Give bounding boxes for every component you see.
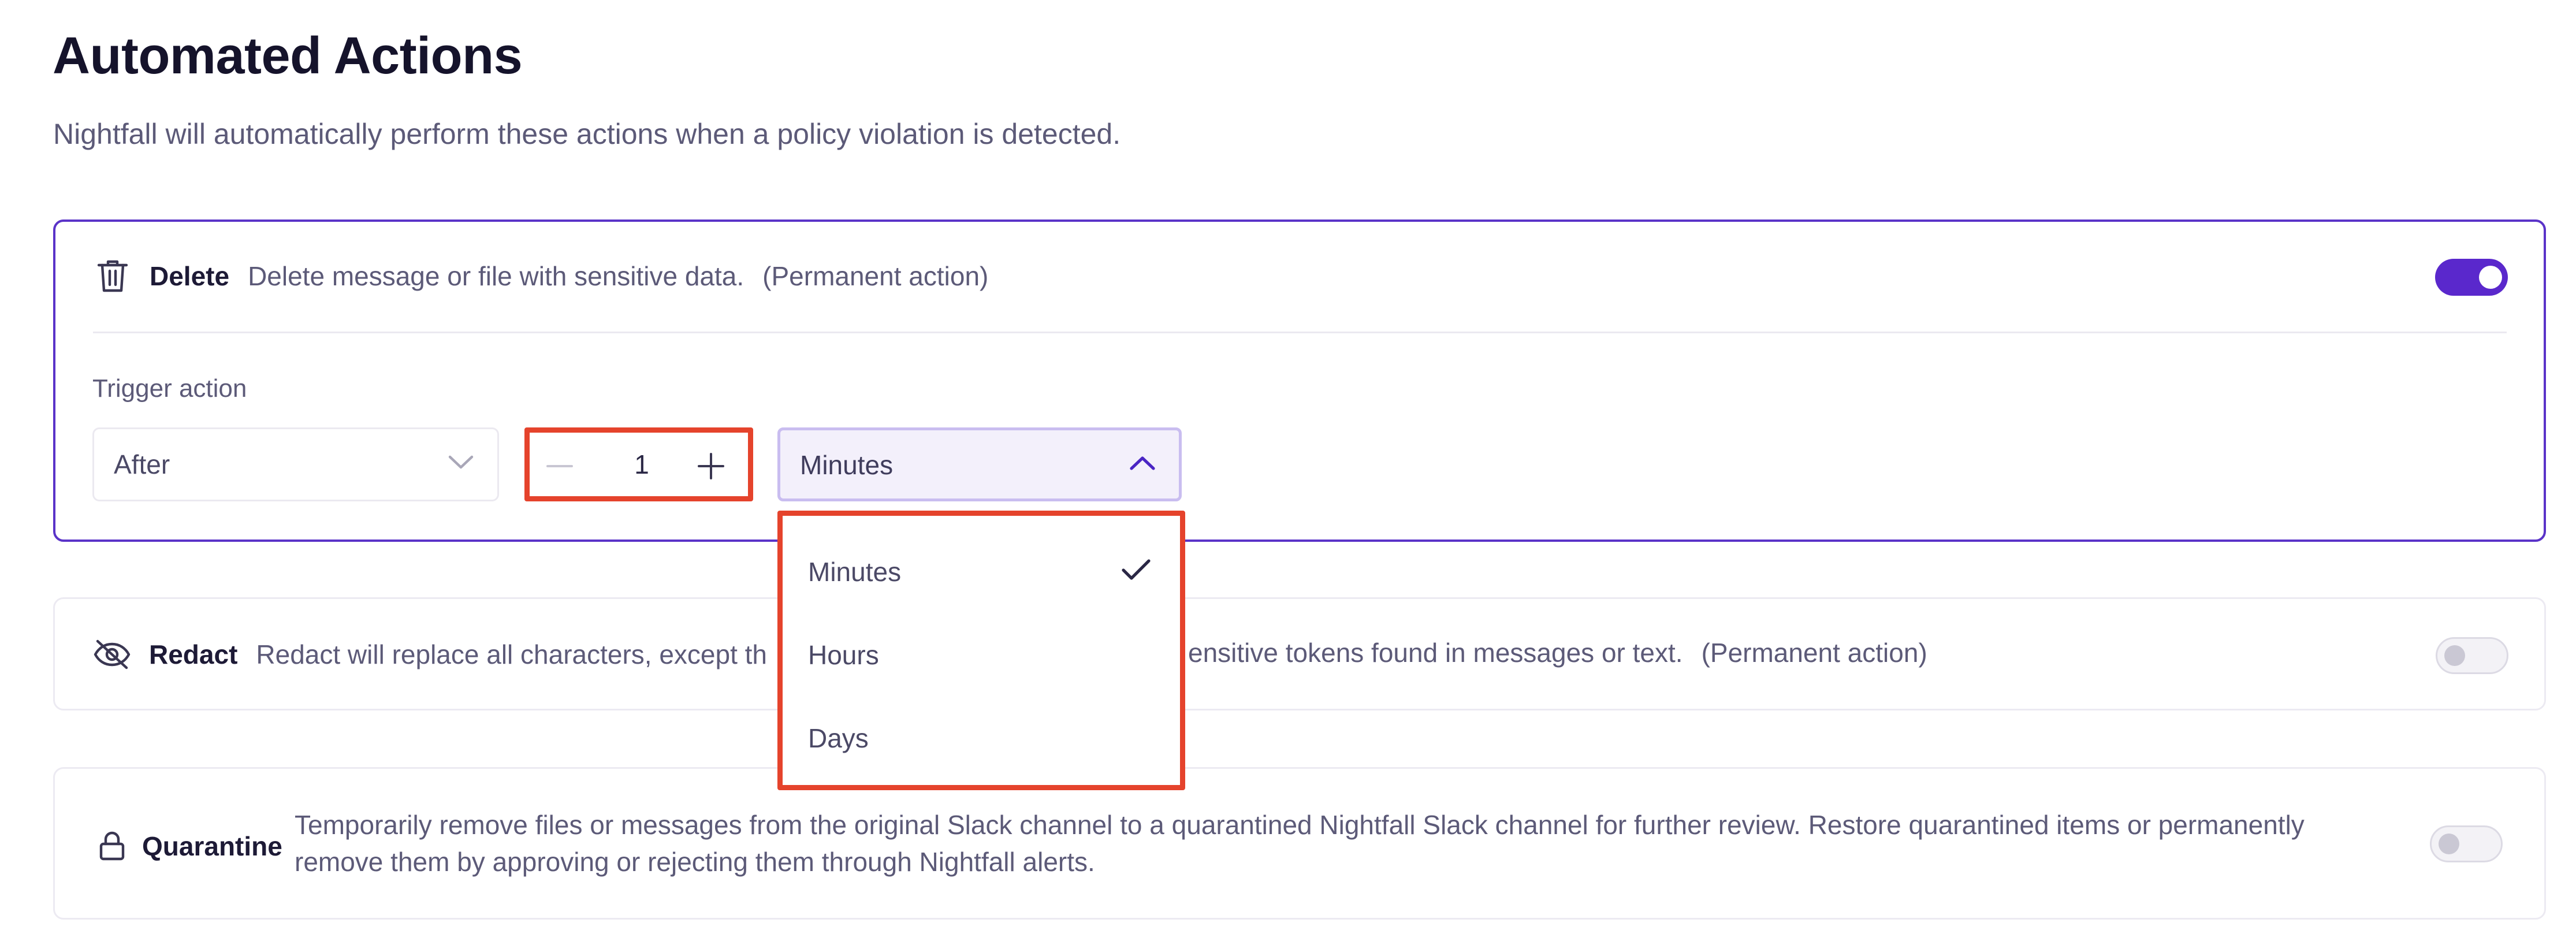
chevron-up-icon bbox=[1129, 455, 1156, 475]
timing-select-value: After bbox=[114, 449, 170, 479]
redact-description-tail: ensitive tokens found in messages or tex… bbox=[1188, 638, 1683, 668]
check-icon bbox=[1121, 559, 1151, 585]
unit-dropdown-menu: Minutes Hours Days bbox=[777, 511, 1185, 790]
toggle-knob bbox=[2444, 645, 2465, 666]
quarantine-description: Temporarily remove files or messages fro… bbox=[295, 810, 2305, 877]
trash-icon bbox=[93, 256, 132, 296]
trigger-action-label: Trigger action bbox=[92, 374, 247, 403]
timing-select[interactable]: After bbox=[92, 427, 499, 501]
plus-icon[interactable] bbox=[696, 451, 726, 481]
toggle-knob bbox=[2479, 266, 2502, 289]
redact-action-header: Redact Redact will replace all character… bbox=[92, 635, 767, 674]
quarantine-action-header: Quarantine bbox=[92, 827, 301, 866]
quantity-value[interactable]: 1 bbox=[624, 449, 659, 480]
unit-option-minutes[interactable]: Minutes bbox=[808, 556, 901, 587]
delete-permanent-note: (Permanent action) bbox=[762, 261, 989, 291]
quantity-stepper[interactable]: 1 bbox=[524, 427, 753, 501]
quarantine-toggle[interactable] bbox=[2430, 825, 2503, 862]
delete-action-description: Delete message or file with sensitive da… bbox=[248, 261, 988, 292]
toggle-knob bbox=[2439, 834, 2459, 854]
unit-select[interactable]: Minutes bbox=[777, 427, 1182, 501]
delete-toggle[interactable] bbox=[2435, 259, 2508, 296]
delete-action-name: Delete bbox=[150, 261, 230, 291]
redact-description-start: Redact will replace all characters, exce… bbox=[256, 639, 768, 669]
page-title: Automated Actions bbox=[53, 27, 523, 85]
redact-action-name: Redact bbox=[149, 639, 238, 669]
eye-slash-icon bbox=[92, 635, 132, 674]
redact-action-card: Redact Redact will replace all character… bbox=[53, 597, 2546, 710]
redact-permanent-note: (Permanent action) bbox=[1701, 638, 1927, 668]
unit-option-days[interactable]: Days bbox=[808, 723, 869, 754]
redact-description-end: ensitive tokens found in messages or tex… bbox=[1188, 637, 1927, 668]
redact-toggle[interactable] bbox=[2436, 637, 2508, 674]
quarantine-action-name: Quarantine bbox=[142, 831, 282, 861]
page-subtitle: Nightfall will automatically perform the… bbox=[53, 118, 1121, 150]
chevron-down-icon bbox=[448, 453, 474, 474]
unit-option-hours[interactable]: Hours bbox=[808, 639, 879, 671]
unit-select-value: Minutes bbox=[800, 450, 894, 480]
divider bbox=[93, 332, 2507, 333]
lock-icon bbox=[92, 827, 132, 866]
delete-description-text: Delete message or file with sensitive da… bbox=[248, 261, 744, 291]
minus-icon[interactable] bbox=[545, 451, 575, 481]
delete-action-header: Delete Delete message or file with sensi… bbox=[93, 256, 988, 296]
